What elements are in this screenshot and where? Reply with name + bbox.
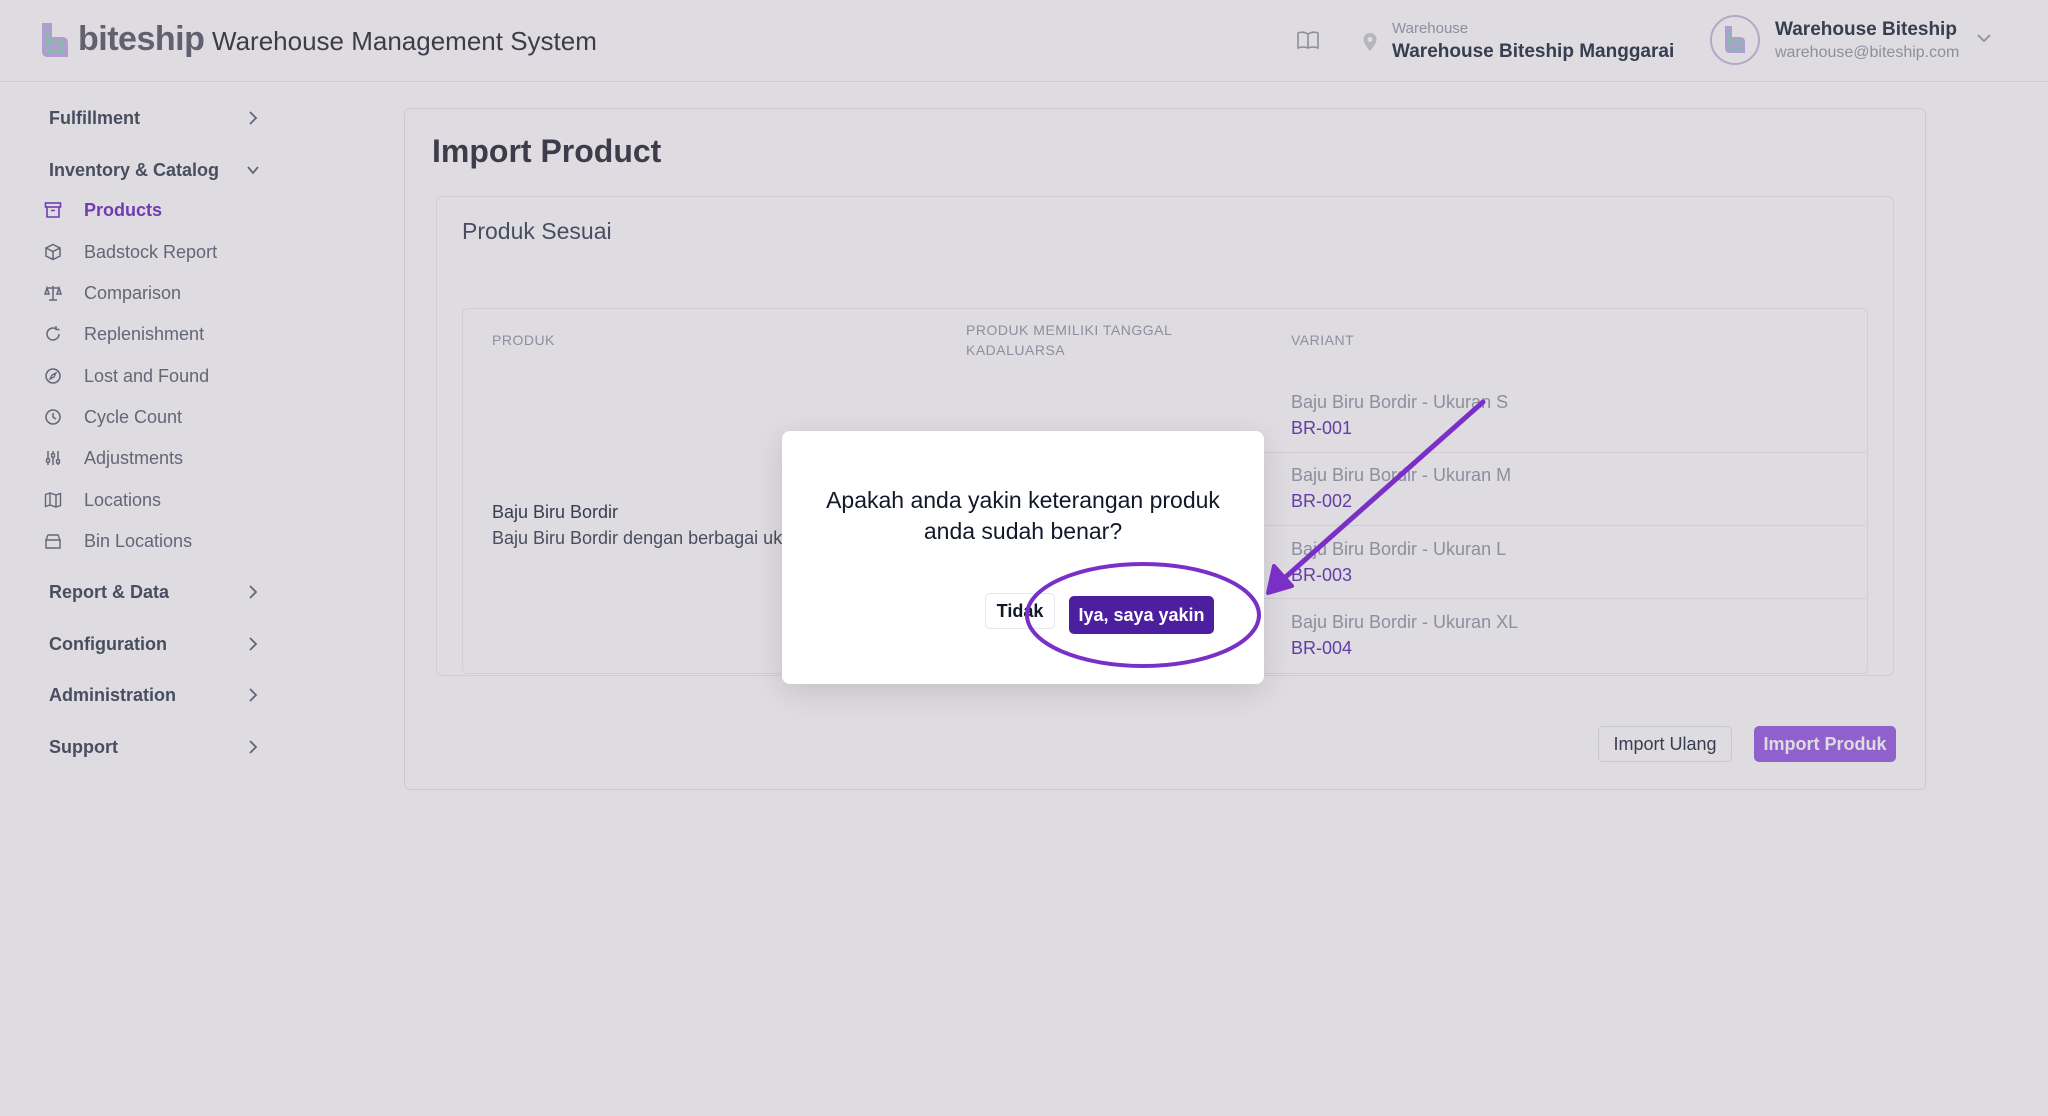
cancel-button[interactable]: Tidak bbox=[985, 593, 1055, 629]
confirmation-dialog: Apakah anda yakin keterangan produk anda… bbox=[782, 431, 1264, 684]
confirmation-message: Apakah anda yakin keterangan produk anda… bbox=[826, 487, 1220, 544]
confirm-button[interactable]: Iya, saya yakin bbox=[1069, 596, 1214, 634]
